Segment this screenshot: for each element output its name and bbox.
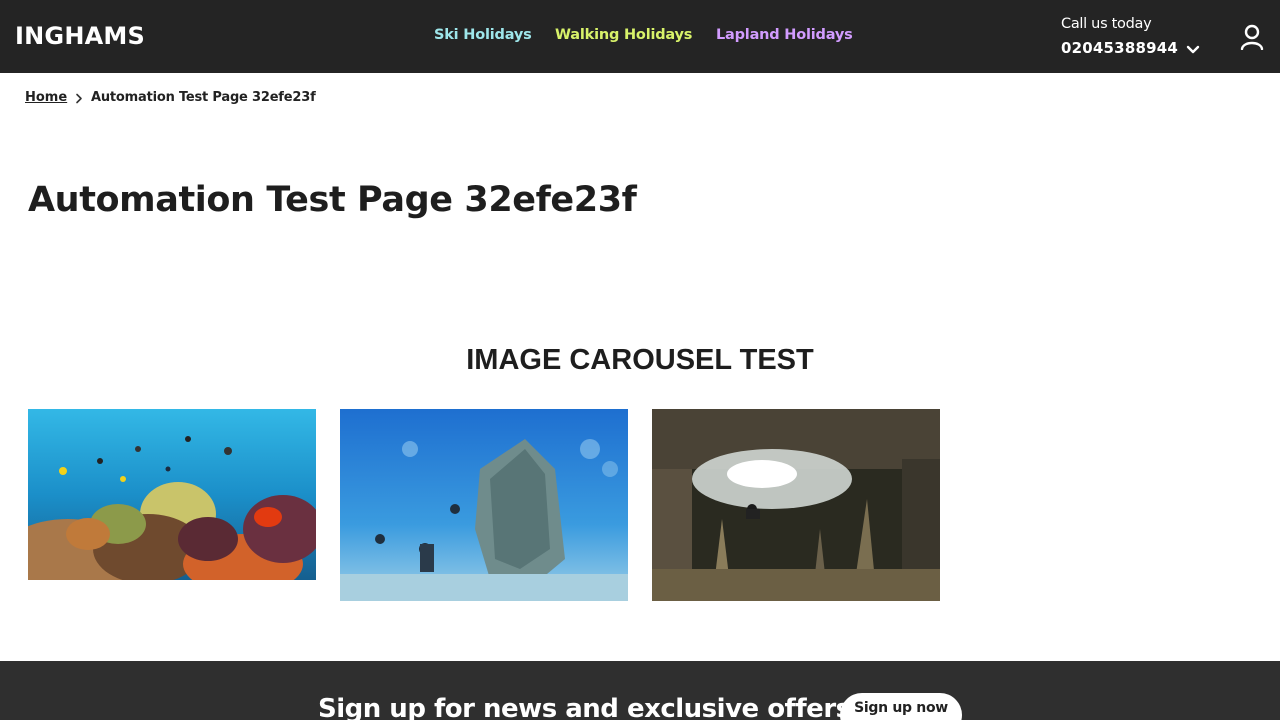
newsletter-footer: Sign up for news and exclusive offers Si… (0, 661, 1280, 720)
chevron-down-icon[interactable] (1186, 42, 1200, 54)
nav-ski-holidays[interactable]: Ski Holidays (434, 27, 532, 43)
call-us-label: Call us today (1061, 16, 1152, 32)
nav-lapland-holidays[interactable]: Lapland Holidays (716, 27, 853, 43)
signup-button[interactable]: Sign up now (840, 693, 962, 720)
page-title: Automation Test Page 32efe23f (28, 180, 637, 220)
phone-number[interactable]: 02045388944 (1061, 39, 1178, 57)
carousel-title: IMAGE CAROUSEL TEST (466, 344, 814, 376)
breadcrumb-home-link[interactable]: Home (25, 90, 67, 105)
carousel-slide-coral-reef[interactable] (28, 409, 316, 580)
carousel-slide-cave-diver[interactable] (652, 409, 940, 601)
chevron-right-icon (75, 93, 83, 104)
breadcrumb-current: Automation Test Page 32efe23f (91, 90, 316, 105)
nav-walking-holidays[interactable]: Walking Holidays (555, 27, 692, 43)
user-icon[interactable] (1240, 24, 1264, 51)
signup-text: Sign up for news and exclusive offers (318, 694, 851, 720)
carousel-slide-shipwreck[interactable] (340, 409, 628, 601)
site-logo[interactable]: INGHAMS (15, 22, 145, 50)
site-header: INGHAMS Ski Holidays Walking Holidays La… (0, 0, 1280, 73)
